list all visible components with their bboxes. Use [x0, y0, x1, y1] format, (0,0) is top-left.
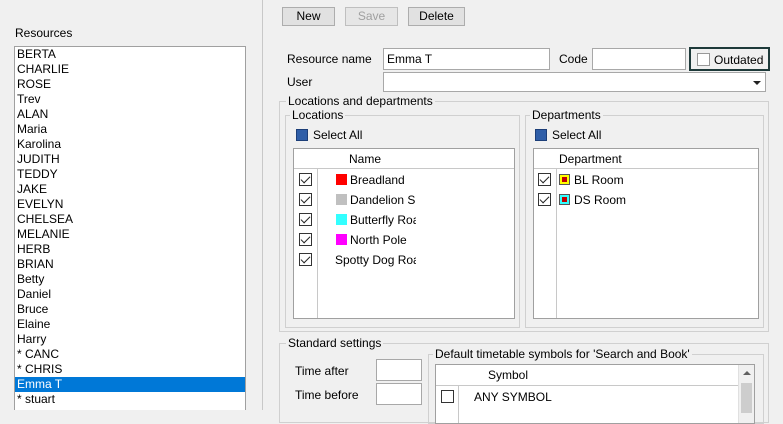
resource-list-item[interactable]: BRIAN: [15, 257, 245, 272]
location-color-swatch: [336, 234, 347, 245]
department-color-swatch: [559, 194, 570, 205]
resource-list-item[interactable]: Maria: [15, 122, 245, 137]
resource-list-item[interactable]: ROSE: [15, 77, 245, 92]
location-checkbox[interactable]: [299, 173, 312, 186]
location-row[interactable]: Breadland: [294, 170, 514, 190]
location-color-swatch: [336, 194, 347, 205]
departments-grid-header: Department: [534, 149, 758, 169]
departments-grid[interactable]: Department BL Room DS Room: [533, 148, 759, 319]
location-checkbox[interactable]: [299, 213, 312, 226]
locations-title: Locations: [290, 108, 346, 122]
resource-list-item[interactable]: CHARLIE: [15, 62, 245, 77]
resource-list-item[interactable]: MELANIE: [15, 227, 245, 242]
location-checkbox[interactable]: [299, 193, 312, 206]
delete-button[interactable]: Delete: [408, 7, 465, 26]
resource-list-item[interactable]: Bruce: [15, 302, 245, 317]
select-all-departments-checkbox[interactable]: [535, 129, 547, 141]
resource-list-item[interactable]: EVELYN: [15, 197, 245, 212]
select-all-departments-label: Select All: [552, 128, 602, 142]
symbols-grid[interactable]: Symbol ANY SYMBOL: [435, 364, 755, 424]
location-name: North Pole: [350, 233, 407, 247]
resource-list-item[interactable]: Trev: [15, 92, 245, 107]
location-checkbox[interactable]: [299, 253, 312, 266]
time-after-input[interactable]: [376, 359, 422, 381]
code-input[interactable]: [592, 48, 686, 70]
department-row[interactable]: BL Room: [534, 170, 758, 190]
symbol-row[interactable]: ANY SYMBOL: [436, 387, 754, 407]
resource-list-item[interactable]: TEDDY: [15, 167, 245, 182]
department-checkbox[interactable]: [538, 193, 551, 206]
resource-list-item[interactable]: JUDITH: [15, 152, 245, 167]
locations-departments-title: Locations and departments: [286, 94, 435, 108]
resource-list-item[interactable]: JAKE: [15, 182, 245, 197]
user-dropdown[interactable]: [383, 72, 766, 92]
column-header-name[interactable]: Name: [349, 152, 381, 166]
resource-list-item[interactable]: Harry: [15, 332, 245, 347]
department-color-swatch: [559, 174, 570, 185]
select-all-locations-label: Select All: [313, 128, 363, 142]
symbol-checkbox[interactable]: [441, 390, 454, 403]
code-label: Code: [559, 52, 588, 66]
symbols-grid-header: Symbol: [436, 365, 754, 386]
location-row[interactable]: North Pole: [294, 230, 514, 250]
column-header-department[interactable]: Department: [559, 152, 622, 166]
resource-name-label: Resource name: [287, 52, 372, 66]
location-name: Spotty Dog Roa: [335, 253, 416, 267]
locations-grid[interactable]: Name Breadland Dandelion S Butterfly Roa No…: [293, 148, 515, 319]
user-label: User: [287, 75, 313, 89]
location-row[interactable]: Spotty Dog Roa: [294, 250, 514, 270]
save-button[interactable]: Save: [345, 7, 398, 26]
resource-list[interactable]: BERTA CHARLIE ROSE Trev ALAN Maria Karolina JUD…: [14, 46, 246, 410]
resource-name-input[interactable]: Emma T: [383, 48, 550, 70]
resource-list-item[interactable]: ALAN: [15, 107, 245, 122]
location-name: Butterfly Roa: [350, 213, 416, 227]
scroll-up-icon[interactable]: [743, 371, 751, 375]
symbol-name: ANY SYMBOL: [474, 390, 552, 404]
department-checkbox[interactable]: [538, 173, 551, 186]
location-name: Breadland: [350, 173, 405, 187]
standard-settings-title: Standard settings: [286, 336, 384, 350]
symbols-title: Default timetable symbols for 'Search an…: [433, 347, 692, 361]
column-header-symbol[interactable]: Symbol: [488, 368, 528, 382]
panel-divider[interactable]: [262, 0, 263, 410]
outdated-checkbox-frame[interactable]: Outdated: [689, 47, 770, 71]
department-name: BL Room: [574, 173, 624, 187]
outdated-label: Outdated: [714, 53, 764, 67]
resource-list-item[interactable]: Karolina: [15, 137, 245, 152]
chevron-down-icon: [753, 81, 761, 85]
outdated-checkbox[interactable]: [697, 53, 710, 66]
resource-list-item[interactable]: * stuart: [15, 392, 245, 407]
resource-list-item[interactable]: Elaine: [15, 317, 245, 332]
select-all-locations-checkbox[interactable]: [296, 129, 308, 141]
locations-grid-header: Name: [294, 149, 514, 169]
time-before-label: Time before: [295, 388, 359, 402]
location-checkbox[interactable]: [299, 233, 312, 246]
resource-list-item[interactable]: Emma T: [15, 377, 245, 392]
resource-list-item[interactable]: CHELSEA: [15, 212, 245, 227]
resource-list-item[interactable]: BERTA: [15, 47, 245, 62]
departments-title: Departments: [530, 108, 603, 122]
location-row[interactable]: Butterfly Roa: [294, 210, 514, 230]
department-name: DS Room: [574, 193, 627, 207]
resource-list-item[interactable]: * CANC: [15, 347, 245, 362]
resource-list-item[interactable]: * CHRIS: [15, 362, 245, 377]
location-color-swatch: [336, 174, 347, 185]
resource-list-item[interactable]: Daniel: [15, 287, 245, 302]
time-after-label: Time after: [295, 364, 349, 378]
department-row[interactable]: DS Room: [534, 190, 758, 210]
location-row[interactable]: Dandelion S: [294, 190, 514, 210]
location-color-swatch: [336, 214, 347, 225]
resource-list-item[interactable]: HERB: [15, 242, 245, 257]
new-button[interactable]: New: [282, 7, 335, 26]
resource-list-item[interactable]: Betty: [15, 272, 245, 287]
location-name: Dandelion S: [350, 193, 416, 207]
resources-label: Resources: [15, 26, 73, 40]
time-before-input[interactable]: [376, 383, 422, 405]
